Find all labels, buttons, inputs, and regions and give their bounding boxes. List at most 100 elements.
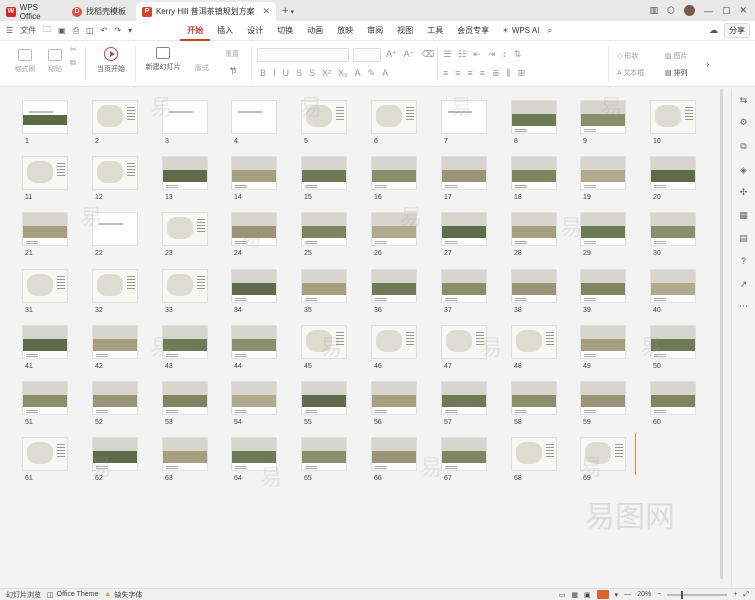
align-left-icon[interactable]: ≡	[443, 68, 448, 79]
strikethrough-icon[interactable]: S	[296, 68, 302, 79]
slide-thumbnail[interactable]	[301, 381, 347, 415]
slide-thumbnail[interactable]	[650, 269, 696, 303]
layout-icon[interactable]: ▥	[650, 5, 659, 16]
slide-thumbnail[interactable]	[580, 212, 626, 246]
slide-thumbnail[interactable]	[92, 269, 138, 303]
copy-icon[interactable]: ⧉	[70, 58, 77, 68]
slide-thumbnail[interactable]	[92, 100, 138, 134]
fit-window-icon[interactable]: ⤢	[743, 591, 749, 599]
zoom-level[interactable]: 20%	[637, 591, 651, 598]
play-from-current-button[interactable]: 当页开始	[91, 47, 131, 74]
save-icon[interactable]: ▣	[58, 26, 66, 35]
slide-thumbnail[interactable]	[511, 325, 557, 359]
ribbon-scroll-right-icon[interactable]: ›	[706, 59, 709, 70]
slide-thumbnail[interactable]	[580, 269, 626, 303]
slide-thumbnail[interactable]	[371, 325, 417, 359]
menu-view[interactable]: 视图	[390, 21, 420, 41]
slide-thumbnail[interactable]	[441, 325, 487, 359]
slide-thumbnail[interactable]	[441, 100, 487, 134]
reading-view-icon[interactable]: ▣	[584, 591, 591, 599]
menu-member[interactable]: 会员专享	[450, 21, 496, 41]
cut-icon[interactable]: ✂	[70, 45, 77, 54]
preview-icon[interactable]: ◫	[86, 26, 94, 35]
slide-thumbnail[interactable]	[231, 156, 277, 190]
slide-thumbnail[interactable]	[162, 212, 208, 246]
open-folder-icon[interactable]: 🗀	[43, 24, 51, 38]
indent-decrease-icon[interactable]: ⇤	[473, 49, 481, 60]
bullets-icon[interactable]: ☰	[443, 49, 451, 60]
zoom-out-icon[interactable]: —	[624, 591, 631, 598]
slide-thumbnail[interactable]	[650, 100, 696, 134]
slide-thumbnail[interactable]	[162, 269, 208, 303]
slide-thumbnail[interactable]	[22, 100, 68, 134]
align-right-icon[interactable]: ≡	[468, 68, 473, 79]
slide-thumbnail[interactable]	[92, 437, 138, 471]
slide-thumbnail[interactable]	[22, 381, 68, 415]
share-button[interactable]: 分享	[724, 23, 750, 38]
maximize-icon[interactable]: ▢	[722, 5, 731, 16]
file-menu[interactable]: 文件	[20, 25, 36, 36]
panel-toggle-icon[interactable]: ⇆	[738, 95, 749, 106]
slide-thumbnail[interactable]	[371, 100, 417, 134]
slide-thumbnail[interactable]	[22, 325, 68, 359]
search-icon[interactable]: ⌕	[547, 25, 552, 36]
numbering-icon[interactable]: ☷	[458, 49, 466, 60]
char-spacing-icon[interactable]: A	[382, 68, 388, 79]
clipboard-icon[interactable]: ⧉	[738, 141, 749, 152]
print-icon[interactable]: ⎙	[73, 26, 79, 36]
slide-thumbnail[interactable]	[650, 381, 696, 415]
close-tab-icon[interactable]: ✕	[262, 6, 270, 17]
cloud-icon[interactable]: ☁	[709, 25, 718, 36]
slide-thumbnail[interactable]	[301, 212, 347, 246]
slideshow-play-button[interactable]	[596, 590, 609, 599]
slide-thumbnail[interactable]	[580, 100, 626, 134]
slide-thumbnail[interactable]	[580, 381, 626, 415]
chevron-down-icon[interactable]: ▾	[128, 26, 132, 35]
settings-icon[interactable]: ⚙	[738, 117, 749, 128]
slide-thumbnail[interactable]	[511, 212, 557, 246]
slide-thumbnail[interactable]	[92, 156, 138, 190]
distribute-icon[interactable]: ≣	[492, 68, 500, 79]
slide-thumbnail[interactable]	[231, 381, 277, 415]
menu-transition[interactable]: 切换	[270, 21, 300, 41]
new-slide-button[interactable]: 新建幻灯片	[140, 47, 186, 72]
increase-font-icon[interactable]: A⁺	[386, 49, 397, 60]
tab-document[interactable]: P Kerry Hill 普洱茶镇规划方案 ✕	[136, 2, 276, 21]
slide-thumbnail[interactable]	[511, 269, 557, 303]
slide-thumbnail[interactable]	[231, 437, 277, 471]
justify-icon[interactable]: ≡	[480, 68, 485, 79]
slide-thumbnail[interactable]	[371, 381, 417, 415]
font-size-select[interactable]	[353, 48, 381, 62]
menu-slideshow[interactable]: 放映	[330, 21, 360, 41]
cube-icon[interactable]: ⬡	[667, 5, 675, 16]
slide-thumbnail[interactable]	[231, 100, 277, 134]
slide-thumbnail[interactable]	[511, 437, 557, 471]
underline-icon[interactable]: U	[283, 68, 290, 79]
slide-thumbnail[interactable]	[580, 156, 626, 190]
layout-button[interactable]: 版式	[190, 63, 214, 73]
slide-thumbnail[interactable]	[511, 156, 557, 190]
slide-thumbnail[interactable]	[92, 212, 138, 246]
slide-thumbnail[interactable]	[650, 156, 696, 190]
scrollbar-thumb[interactable]	[720, 89, 723, 579]
slide-thumbnail[interactable]	[511, 381, 557, 415]
text-direction-icon[interactable]: ⇅	[514, 49, 522, 60]
help-icon[interactable]: ?	[738, 256, 749, 267]
tab-wps-office[interactable]: W WPS Office	[0, 2, 66, 21]
tab-templates[interactable]: D 找稻壳模板	[66, 2, 136, 21]
slide-thumbnail[interactable]	[22, 269, 68, 303]
wps-ai-button[interactable]: ✶ WPS AI	[502, 26, 539, 35]
menu-review[interactable]: 审阅	[360, 21, 390, 41]
menu-animation[interactable]: 动画	[300, 21, 330, 41]
slide-thumbnail[interactable]	[371, 269, 417, 303]
paste-button[interactable]: 粘贴	[42, 49, 68, 74]
picture-button[interactable]: ▨ 图片	[665, 51, 688, 61]
zoom-slider[interactable]	[667, 590, 728, 599]
format-painter-button[interactable]: 格式刷	[12, 49, 38, 74]
slide-thumbnail[interactable]	[650, 325, 696, 359]
line-spacing-icon[interactable]: ↕	[502, 49, 507, 60]
redo-icon[interactable]: ↷	[114, 26, 121, 35]
bold-icon[interactable]: B	[260, 68, 266, 79]
more-icon[interactable]: ⋯	[738, 301, 749, 312]
avatar[interactable]	[683, 5, 695, 16]
